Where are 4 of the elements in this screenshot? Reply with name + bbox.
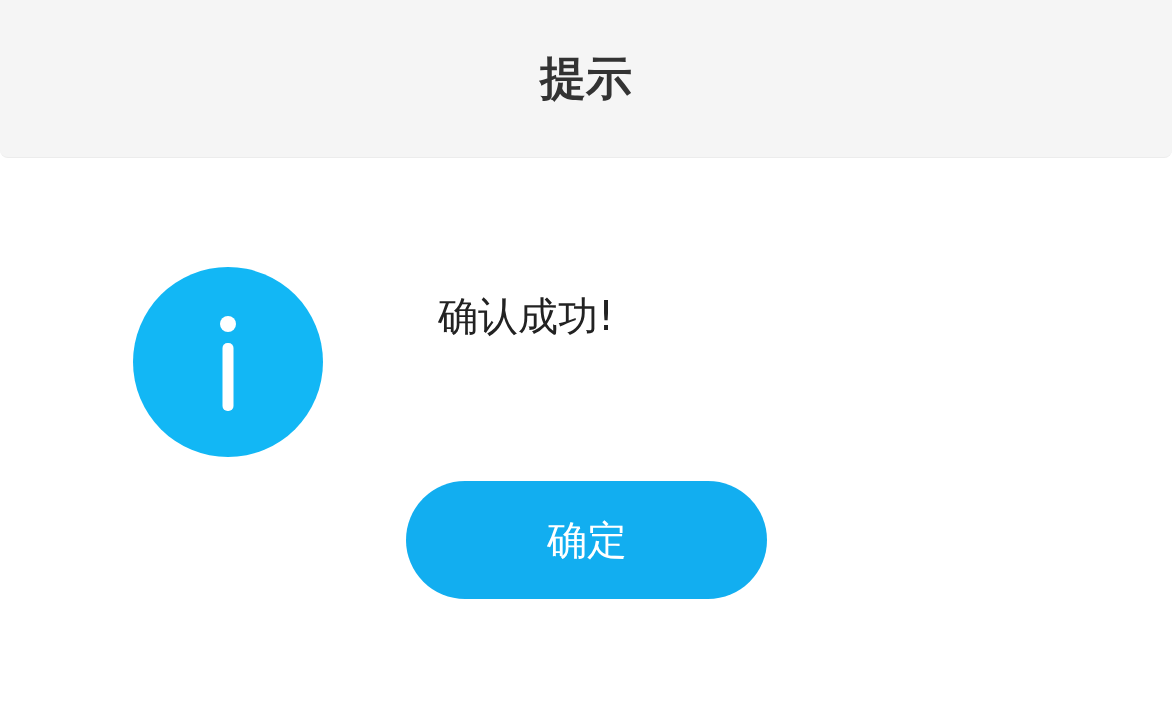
dialog-message: 确认成功! — [437, 292, 615, 341]
confirm-button[interactable]: 确定 — [406, 481, 767, 599]
info-icon — [133, 267, 323, 457]
dialog-title: 提示 — [540, 49, 632, 107]
